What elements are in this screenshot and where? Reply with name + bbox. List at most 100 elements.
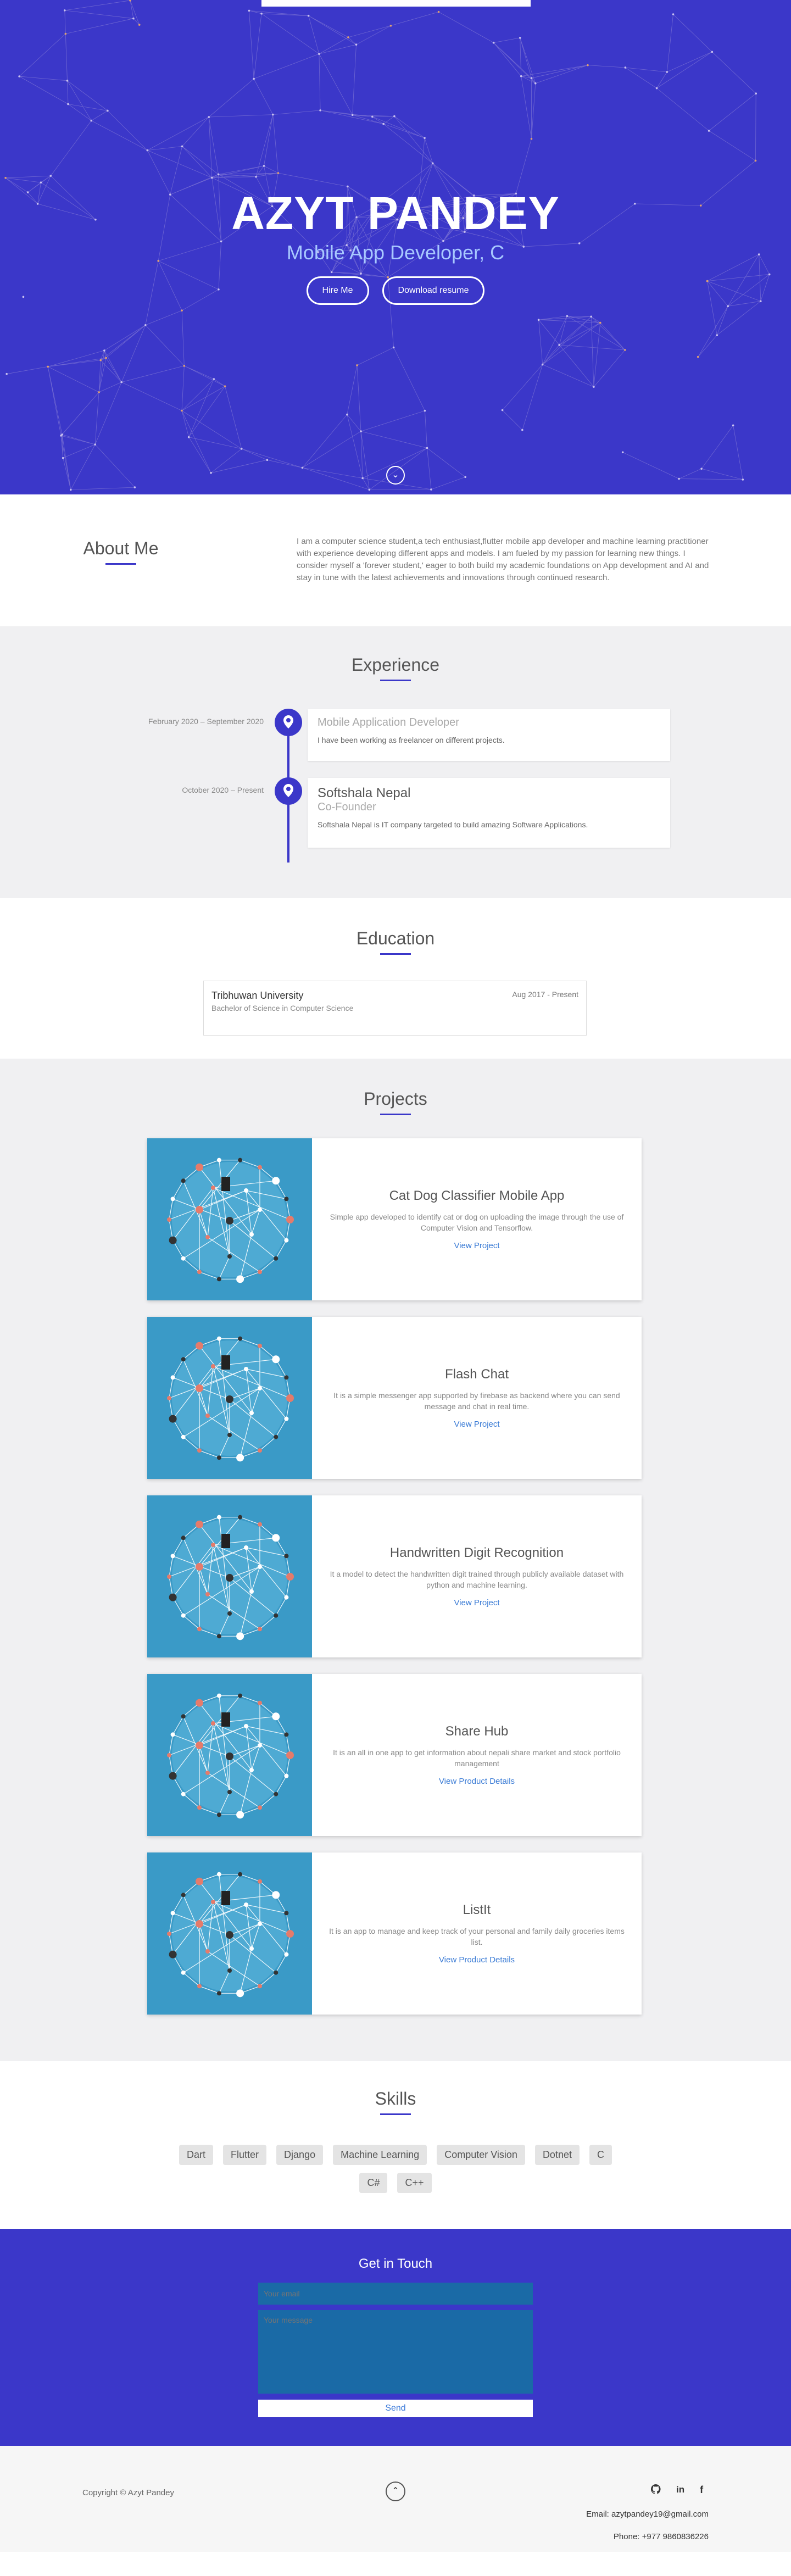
title-underline [380,2113,411,2115]
project-link[interactable]: View Project [454,1241,499,1250]
project-image [147,1138,312,1300]
experience-desc: Softshala Nepal is IT company targeted t… [317,820,588,829]
experience-card: Softshala Nepal Co-Founder Softshala Nep… [308,778,670,848]
project-body: Share Hub It is an all in one app to get … [312,1674,642,1836]
project-description: Simple app developed to identify cat or … [330,1212,624,1232]
skills-title: Skills [375,2089,416,2108]
projects-title: Projects [364,1089,427,1109]
hero-buttons: Hire Me Download resume [0,276,791,305]
project-card: ListIt It is an app to manage and keep tr… [147,1852,642,2015]
hire-me-button[interactable]: Hire Me [306,276,369,305]
hero-section: AZYT PANDEY Mobile App Developer, C Hire… [0,0,791,494]
linkedin-icon[interactable]: in [676,2484,684,2497]
project-title: Flash Chat [444,1367,509,1382]
title-underline [380,1114,411,1115]
about-section: About Me I am a computer science student… [0,494,791,626]
location-pin-icon [283,715,293,728]
timeline-date: February 2020 – September 2020 [148,717,264,726]
chevron-down-icon: ⌄ [392,470,399,480]
contact-section: Get in Touch Send [0,2229,791,2446]
skill-tag: Django [276,2145,324,2165]
project-body: Handwritten Digit Recognition It a model … [312,1495,642,1657]
title-underline [380,953,411,955]
project-title: Handwritten Digit Recognition [389,1545,564,1560]
skills-list: Dart Flutter Django Machine Learning Compute… [176,2145,615,2193]
experience-title-wrap: Experience [0,626,791,681]
contact-title: Get in Touch [358,2256,433,2271]
experience-role: Co-Founder [317,801,376,813]
chevron-up-icon: ⌃ [392,2486,399,2496]
project-card: Flash Chat It is a simple messenger app s… [147,1317,642,1479]
download-resume-button[interactable]: Download resume [382,276,485,305]
project-title: Cat Dog Classifier Mobile App [389,1188,565,1203]
projects-title-wrap: Projects [0,1059,791,1115]
project-link[interactable]: View Product Details [439,1955,515,1965]
timeline-pin [275,777,302,805]
education-degree: Bachelor of Science in Computer Science [211,1004,354,1012]
project-image [147,1317,312,1479]
project-card: Cat Dog Classifier Mobile App Simple app … [147,1138,642,1300]
title-underline [105,563,136,565]
education-title-wrap: Education [0,898,791,955]
about-title: About Me [83,538,159,558]
skill-tag: C++ [397,2173,432,2193]
project-body: ListIt It is an app to manage and keep tr… [312,1852,642,2015]
project-link[interactable]: View Project [454,1598,499,1607]
project-link[interactable]: View Product Details [439,1777,515,1786]
project-title: Share Hub [445,1724,509,1739]
title-underline [380,680,411,681]
facebook-icon[interactable]: f [700,2484,703,2497]
project-card: Handwritten Digit Recognition It a model … [147,1495,642,1657]
skills-section: Skills Dart Flutter Django Machine Learning… [0,2061,791,2229]
footer-phone: Phone: +977 9860836226 [613,2532,709,2541]
hero-content: AZYT PANDEY Mobile App Developer, C Hire… [0,187,791,305]
hero-name: AZYT PANDEY [231,187,560,239]
project-card: Share Hub It is an all in one app to get … [147,1674,642,1836]
project-image [147,1674,312,1836]
experience-title: Experience [351,655,440,675]
footer-email: Email: azytpandey19@gmail.com [586,2510,709,2519]
footer: Copyright © Azyt Pandey ⌃ in f Email: az… [0,2446,791,2552]
project-body: Flash Chat It is a simple messenger app s… [312,1317,642,1479]
skill-tag: Dart [179,2145,214,2165]
skill-tag: C# [359,2173,388,2193]
project-image [147,1852,312,2015]
email-field[interactable] [258,2283,533,2305]
project-description: It is an app to manage and keep track of… [329,1927,625,1946]
skill-tag: Machine Learning [333,2145,427,2165]
project-image [147,1495,312,1657]
skill-tag: Computer Vision [437,2145,525,2165]
github-icon[interactable] [650,2484,661,2497]
project-body: Cat Dog Classifier Mobile App Simple app … [312,1138,642,1300]
skill-tag: Dotnet [534,2145,580,2165]
education-section: Education Tribhuwan University Bachelor … [0,898,791,1059]
project-description: It is a simple messenger app supported b… [333,1391,620,1411]
timeline-pin [275,709,302,736]
hero-subtitle: Mobile App Developer, C [286,241,505,264]
send-button[interactable]: Send [258,2400,533,2417]
education-title: Education [356,928,435,948]
about-title-wrap: About Me [82,538,159,565]
project-link[interactable]: View Project [454,1420,499,1429]
education-date: Aug 2017 - Present [512,990,578,999]
copyright-text: Copyright © Azyt Pandey [82,2488,174,2497]
skill-tag: C [589,2145,612,2165]
scroll-down-button[interactable]: ⌄ [386,466,405,485]
project-title: ListIt [463,1902,491,1917]
back-to-top-button[interactable]: ⌃ [386,2482,405,2501]
social-links: in f [650,2484,703,2497]
timeline-date: October 2020 – Present [182,786,264,794]
experience-role: Mobile Application Developer [317,716,459,728]
experience-section: Experience February 2020 – September 202… [0,626,791,898]
about-text: I am a computer science student,a tech e… [297,537,709,582]
project-description: It a model to detect the handwritten dig… [330,1570,624,1589]
experience-card: Mobile Application Developer I have been… [308,709,670,761]
projects-section: Projects Cat Dog Classifier Mobile App Si… [0,1059,791,2061]
skills-title-wrap: Skills [0,2061,791,2115]
experience-desc: I have been working as freelancer on dif… [317,736,505,744]
top-bar [261,0,531,7]
education-card: Tribhuwan University Bachelor of Science… [203,981,587,1036]
message-field[interactable] [258,2310,533,2394]
project-description: It is an all in one app to get informati… [333,1748,621,1768]
skill-tag: Flutter [223,2145,267,2165]
